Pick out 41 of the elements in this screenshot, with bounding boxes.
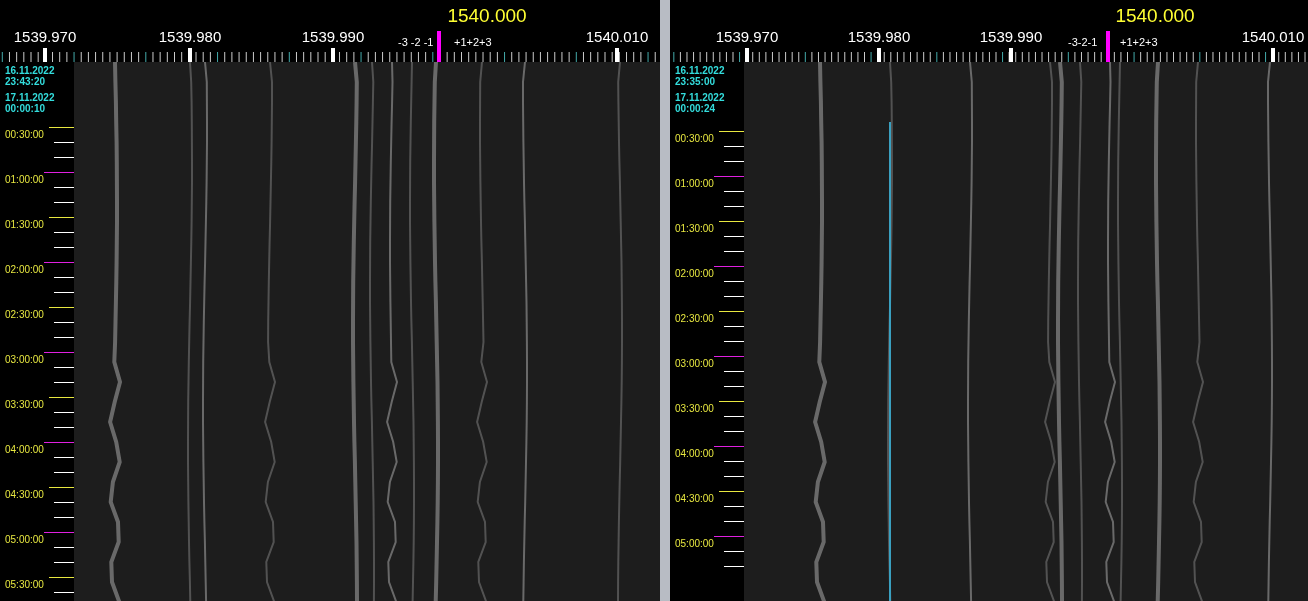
offset-label: +1+2+3	[1120, 36, 1158, 48]
frequency-label: 1539.980	[158, 28, 222, 45]
time-label: 04:00:00	[5, 444, 44, 455]
frequency-label: 1539.990	[979, 28, 1043, 45]
frequency-label: 1539.970	[715, 28, 779, 45]
time-label: 02:30:00	[675, 313, 714, 324]
time-label: 02:00:00	[5, 264, 44, 275]
frequency-label: 1539.970	[13, 28, 77, 45]
time-label: 01:00:00	[675, 178, 714, 189]
time-label: 00:30:00	[5, 129, 44, 140]
time-label: 03:30:00	[675, 403, 714, 414]
offset-label: -3-2-1	[1068, 36, 1098, 48]
timestamp-label: 17.11.2022 00:00:10	[5, 92, 55, 114]
time-label: 01:30:00	[675, 223, 714, 234]
time-label: 04:00:00	[675, 448, 714, 459]
frequency-marker	[1106, 31, 1110, 62]
time-label: 03:30:00	[5, 399, 44, 410]
timestamp-label: 16.11.2022 23:35:00	[675, 65, 725, 87]
time-label: 01:00:00	[5, 174, 44, 185]
frequency-marker	[437, 31, 441, 62]
time-label: 02:30:00	[5, 309, 44, 320]
timestamp-label: 17.11.2022 00:00:24	[675, 92, 725, 114]
offset-label: -3 -2 -1	[398, 36, 434, 48]
frequency-label: 1539.980	[847, 28, 911, 45]
time-label: 02:00:00	[675, 268, 714, 279]
time-label: 03:00:00	[675, 358, 714, 369]
time-label: 05:30:00	[5, 579, 44, 590]
time-label: 04:30:00	[5, 489, 44, 500]
time-label: 01:30:00	[5, 219, 44, 230]
time-label: 05:00:00	[675, 538, 714, 549]
offset-label: +1+2+3	[454, 36, 492, 48]
frequency-label: 1540.010	[585, 28, 649, 45]
center-frequency: 1540.000	[1115, 5, 1195, 27]
time-label: 05:00:00	[5, 534, 44, 545]
frequency-label: 1540.010	[1241, 28, 1305, 45]
frequency-label: 1539.990	[301, 28, 365, 45]
time-label: 03:00:00	[5, 354, 44, 365]
time-label: 00:30:00	[675, 133, 714, 144]
center-frequency: 1540.000	[447, 5, 527, 27]
timestamp-label: 16.11.2022 23:43:20	[5, 65, 55, 87]
time-label: 04:30:00	[675, 493, 714, 504]
